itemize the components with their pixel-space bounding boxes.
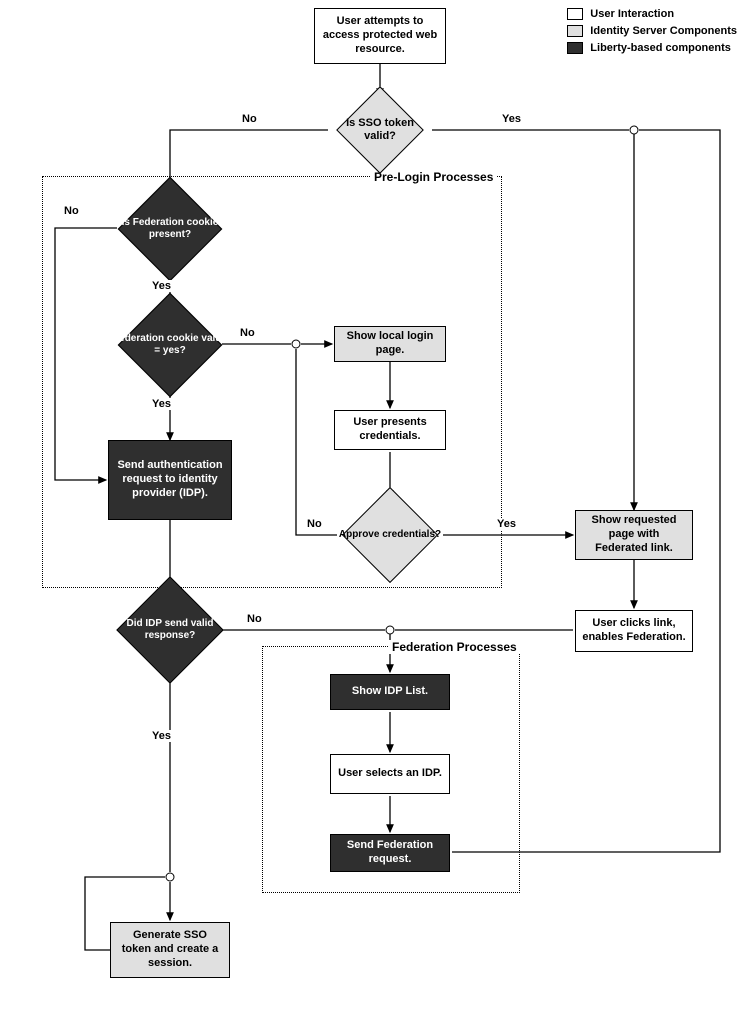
node-select-idp: User selects an IDP. [330,754,450,794]
node-label: Did IDP send valid response? [112,618,228,642]
node-send-auth: Send authentication request to identity … [108,440,232,520]
node-label: Federation cookie value = yes? [112,333,228,357]
node-label: User presents credentials. [341,416,439,444]
edge-no: No [238,327,257,339]
decision-idp-valid: Did IDP send valid response? [112,590,228,670]
legend-label: User Interaction [590,8,674,20]
node-label: Show IDP List. [352,685,428,699]
node-label: Is Federation cookie present? [112,217,228,241]
edge-yes: Yes [495,518,518,530]
edge-no: No [305,518,324,530]
group-federation-title: Federation Processes [388,640,521,654]
decision-fed-present: Is Federation cookie present? [112,190,228,268]
node-label: Show requested page with Federated link. [582,514,686,555]
node-gen-token: Generate SSO token and create a session. [110,922,230,978]
legend-row-identity: Identity Server Components [567,25,737,37]
node-label: Send Federation request. [337,839,443,867]
legend-swatch [567,25,583,37]
node-start: User attempts to access protected web re… [314,8,446,64]
edge-no: No [62,205,81,217]
node-show-login: Show local login page. [334,326,446,362]
legend-swatch [567,42,583,54]
edge-yes: Yes [500,113,523,125]
node-label: Approve credentials? [335,529,445,541]
edge-yes: Yes [150,280,173,292]
decision-fed-value: Federation cookie value = yes? [112,306,228,384]
edge-no: No [245,613,264,625]
junction [386,626,395,635]
node-label: User clicks link, enables Federation. [582,617,686,645]
node-label: Send authentication request to identity … [115,459,225,500]
node-label: Show local login page. [341,330,439,358]
node-label: Generate SSO token and create a session. [117,929,223,970]
junction [630,126,639,135]
edge-no: No [240,113,259,125]
junction [166,873,175,882]
node-label: User attempts to access protected web re… [321,15,439,56]
group-prelogin-title: Pre-Login Processes [370,170,497,184]
legend-label: Identity Server Components [590,25,737,37]
node-show-page: Show requested page with Federated link. [575,510,693,560]
node-send-fed: Send Federation request. [330,834,450,872]
node-click-link: User clicks link, enables Federation. [575,610,693,652]
node-label: User selects an IDP. [338,767,442,781]
legend-swatch [567,8,583,20]
legend-row-liberty: Liberty-based components [567,42,737,54]
node-user-creds: User presents credentials. [334,410,446,450]
edge-yes: Yes [150,398,173,410]
node-idp-list: Show IDP List. [330,674,450,710]
decision-approve: Approve credentials? [335,498,445,572]
legend-label: Liberty-based components [590,42,731,54]
legend: User Interaction Identity Server Compone… [567,8,737,59]
decision-sso-valid: Is SSO token valid? [330,98,430,162]
legend-row-user: User Interaction [567,8,737,20]
edge-yes: Yes [150,730,173,742]
node-label: Is SSO token valid? [330,117,430,143]
